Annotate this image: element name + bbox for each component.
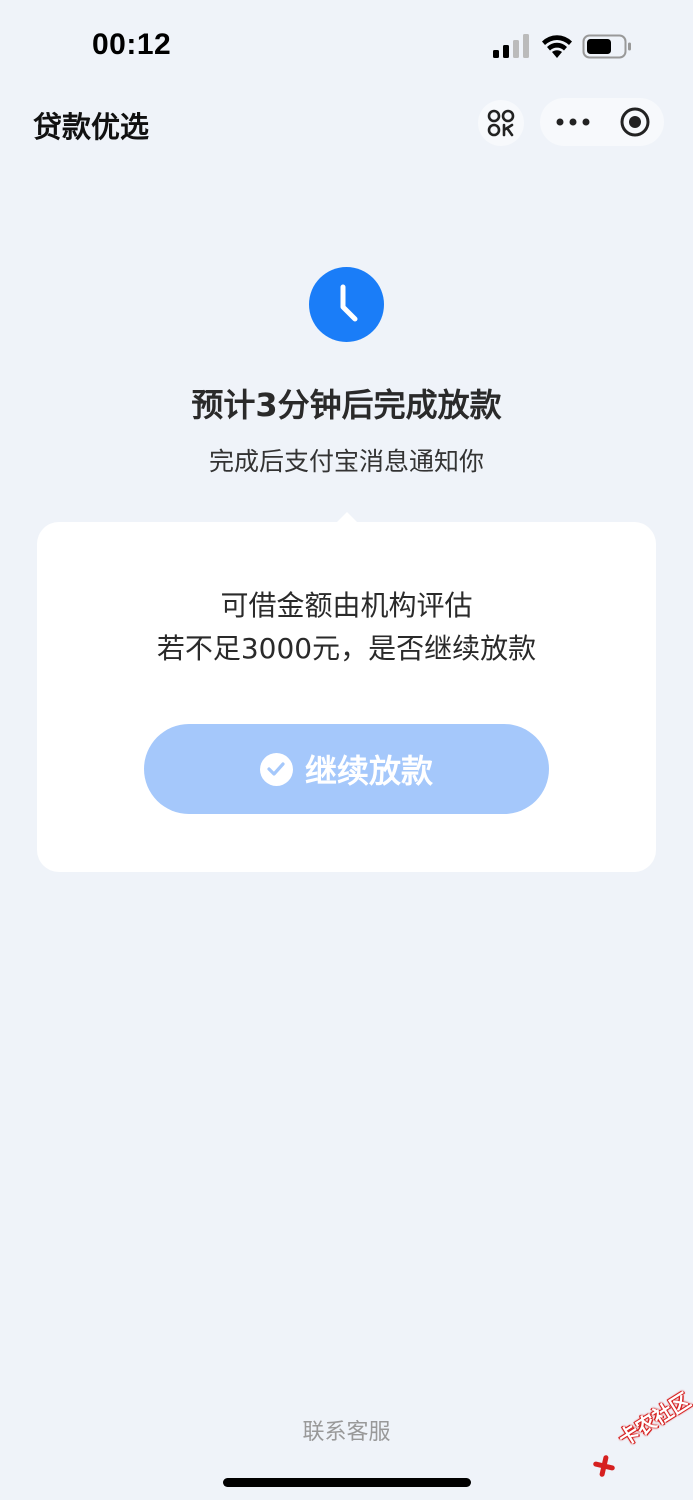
status-bar: 00:12 [0,0,693,92]
status-time: 00:12 [92,28,172,61]
home-indicator[interactable] [223,1478,471,1487]
miniapp-capsule [540,98,664,146]
signal-icon [493,34,529,58]
more-button[interactable] [540,98,606,146]
page-title: 贷款优选 [33,110,150,144]
scan-icon [487,109,515,137]
clock-icon [309,267,384,342]
loan-status-subline: 完成后支付宝消息通知你 [208,447,484,476]
status-icons [493,33,633,61]
scan-button[interactable] [478,100,524,146]
continue-loan-card: 可借金额由机构评估 若不足3000元，是否继续放款 继续放款 [37,522,656,872]
card-message-line1: 可借金额由机构评估 [220,589,473,622]
loan-status-headline: 预计3分钟后完成放款 [191,386,502,424]
more-icon [556,118,590,126]
check-circle-icon [259,752,293,786]
continue-loan-label: 继续放款 [304,752,433,790]
continue-loan-button[interactable]: 继续放款 [144,724,549,814]
close-target-icon [620,107,650,137]
nav-bar: 贷款优选 [0,92,693,154]
battery-icon [582,34,631,59]
wifi-icon [542,35,572,58]
card-message-line2: 若不足3000元，是否继续放款 [156,632,537,665]
close-button[interactable] [606,98,664,146]
